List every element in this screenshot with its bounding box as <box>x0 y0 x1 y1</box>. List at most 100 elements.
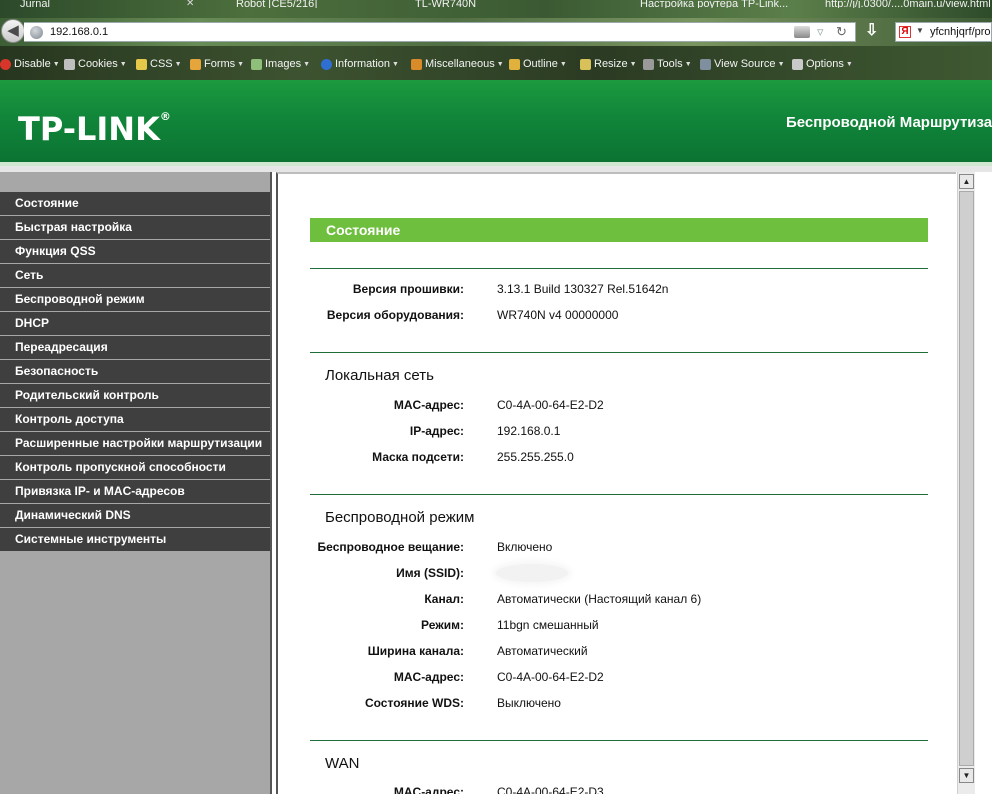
download-icon[interactable]: ⇩ <box>865 20 878 40</box>
search-box[interactable]: Я ▼ yfcnhjqrf/pro <box>895 22 992 42</box>
cookies-icon <box>64 58 75 70</box>
sidebar-spacer <box>0 172 270 192</box>
wan-title: WAN <box>325 755 360 772</box>
firmware-version-value: 3.13.1 Build 130327 Rel.51642n <box>497 282 669 296</box>
ssid-label: Имя (SSID): <box>396 566 464 580</box>
hardware-version-label: Версия оборудования: <box>326 308 464 322</box>
sidebar-item-qss[interactable]: Функция QSS <box>0 240 270 263</box>
toolbar-outline[interactable]: Outline ▼ <box>509 57 567 71</box>
lan-title: Локальная сеть <box>325 367 434 384</box>
wireless-broadcast-value: Включено <box>497 540 553 554</box>
globe-icon <box>30 26 43 39</box>
web-developer-toolbar: Disable ▼ Cookies ▼ CSS ▼ Forms ▼ Images ▼ In… <box>0 46 992 80</box>
images-icon <box>251 58 262 70</box>
browser-tab[interactable]: Robot [CE5/216] <box>236 0 396 8</box>
toolbar-resize[interactable]: Resize ▼ <box>580 57 637 71</box>
yandex-icon[interactable]: Я <box>899 26 911 38</box>
browser-nav-bar: ◀ 192.168.0.1 ▿ ↻ ⇩ Я ▼ yfcnhjqrf/pro <box>0 18 992 46</box>
firmware-version-label: Версия прошивки: <box>352 282 464 296</box>
wds-status-value: Выключено <box>497 696 561 710</box>
lan-subnet-label: Маска подсети: <box>372 450 464 464</box>
lan-mac-label: MAC-адрес: <box>393 398 464 412</box>
arrow-down-icon: ▼ <box>962 771 971 780</box>
wan-mac-label: MAC-адрес: <box>393 785 464 794</box>
wan-mac-value: C0-4A-00-64-E2-D3 <box>497 785 604 794</box>
ssid-redacted <box>496 564 568 582</box>
sidebar-item-ip-mac-binding[interactable]: Привязка IP- и MAC-адресов <box>0 480 270 503</box>
sidebar-item-bandwidth-control[interactable]: Контроль пропускной способности <box>0 456 270 479</box>
scroll-thumb[interactable] <box>959 191 974 766</box>
chevron-down-icon: ▼ <box>684 60 692 68</box>
toolbar-miscellaneous[interactable]: Miscellaneous ▼ <box>411 57 504 71</box>
wireless-mac-value: C0-4A-00-64-E2-D2 <box>497 670 604 684</box>
chevron-down-icon: ▼ <box>559 60 567 68</box>
sidebar-item-access-control[interactable]: Контроль доступа <box>0 408 270 431</box>
channel-label: Канал: <box>424 592 464 606</box>
chevron-down-icon: ▼ <box>174 60 182 68</box>
star-icon[interactable]: ▿ <box>817 24 824 40</box>
sidebar-item-status[interactable]: Состояние <box>0 192 270 215</box>
feed-icon[interactable] <box>794 26 810 38</box>
chevron-down-icon: ▼ <box>496 60 504 68</box>
back-button[interactable]: ◀ <box>1 19 25 43</box>
view-source-icon <box>700 58 711 70</box>
tp-link-logo: TP-LINK® <box>18 110 171 148</box>
toolbar-tools[interactable]: Tools ▼ <box>643 57 692 71</box>
scroll-down-button[interactable]: ▼ <box>959 768 974 783</box>
address-bar[interactable]: 192.168.0.1 ▿ ↻ <box>24 22 856 42</box>
back-arrow-icon: ◀ <box>7 22 19 39</box>
chevron-down-icon: ▼ <box>237 60 245 68</box>
browser-tab[interactable]: Jurnal <box>20 0 160 8</box>
router-header: TP-LINK® Беспроводной Маршрутизатор <box>0 80 992 166</box>
sidebar-item-parental-control[interactable]: Родительский контроль <box>0 384 270 407</box>
content-scrollbar[interactable]: ▲ ▼ <box>957 172 975 794</box>
close-icon[interactable]: ✕ <box>186 0 194 9</box>
browser-tab-strip: Jurnal ✕ Robot [CE5/216] TL-WR740N Настр… <box>0 0 992 18</box>
sidebar-item-system-tools[interactable]: Системные инструменты <box>0 528 270 551</box>
information-icon <box>321 58 332 70</box>
browser-tab[interactable]: Настройка роутера TP-Link... <box>640 0 810 8</box>
sidebar-item-quick-setup[interactable]: Быстрая настройка <box>0 216 270 239</box>
scroll-up-button[interactable]: ▲ <box>959 174 974 189</box>
sidebar-item-advanced-routing[interactable]: Расширенные настройки маршрутизации <box>0 432 270 455</box>
lan-ip-label: IP-адрес: <box>409 424 464 438</box>
mode-value: 11bgn смешанный <box>497 618 599 632</box>
sidebar-item-network[interactable]: Сеть <box>0 264 270 287</box>
chevron-down-icon: ▼ <box>303 60 311 68</box>
disable-icon <box>0 58 11 70</box>
right-margin <box>976 172 992 794</box>
toolbar-disable[interactable]: Disable ▼ <box>0 57 60 71</box>
toolbar-view-source[interactable]: View Source ▼ <box>700 57 785 71</box>
wireless-title: Беспроводной режим <box>325 509 475 526</box>
sidebar-item-forwarding[interactable]: Переадресация <box>0 336 270 359</box>
chevron-down-icon[interactable]: ▼ <box>916 26 924 35</box>
sidebar-item-dynamic-dns[interactable]: Динамический DNS <box>0 504 270 527</box>
miscellaneous-icon <box>411 58 422 70</box>
sidebar-menu: Состояние Быстрая настройка Функция QSS … <box>0 172 272 794</box>
options-icon <box>792 58 803 70</box>
chevron-down-icon: ▼ <box>777 60 785 68</box>
lan-subnet-value: 255.255.255.0 <box>497 450 574 464</box>
toolbar-options[interactable]: Options ▼ <box>792 57 853 71</box>
resize-icon <box>580 58 591 70</box>
outline-icon <box>509 58 520 70</box>
toolbar-css[interactable]: CSS ▼ <box>136 57 182 71</box>
search-input[interactable]: yfcnhjqrf/pro <box>930 26 991 38</box>
sidebar-item-security[interactable]: Безопасность <box>0 360 270 383</box>
sidebar-item-wireless[interactable]: Беспроводной режим <box>0 288 270 311</box>
url-text[interactable]: 192.168.0.1 <box>50 26 108 38</box>
toolbar-information[interactable]: Information ▼ <box>321 57 399 71</box>
status-content: Состояние Версия прошивки: 3.13.1 Build … <box>276 172 956 794</box>
reload-icon[interactable]: ↻ <box>836 24 847 40</box>
sidebar-item-dhcp[interactable]: DHCP <box>0 312 270 335</box>
divider <box>310 494 928 495</box>
mode-label: Режим: <box>421 618 464 632</box>
chevron-down-icon: ▼ <box>119 60 127 68</box>
channel-width-value: Автоматический <box>497 644 588 658</box>
browser-tab[interactable]: http://j/j.0300/....0main.u/view.html <box>825 0 992 8</box>
toolbar-cookies[interactable]: Cookies ▼ <box>64 57 127 71</box>
tools-icon <box>643 58 654 70</box>
browser-tab[interactable]: TL-WR740N <box>415 0 605 8</box>
toolbar-images[interactable]: Images ▼ <box>251 57 310 71</box>
toolbar-forms[interactable]: Forms ▼ <box>190 57 244 71</box>
